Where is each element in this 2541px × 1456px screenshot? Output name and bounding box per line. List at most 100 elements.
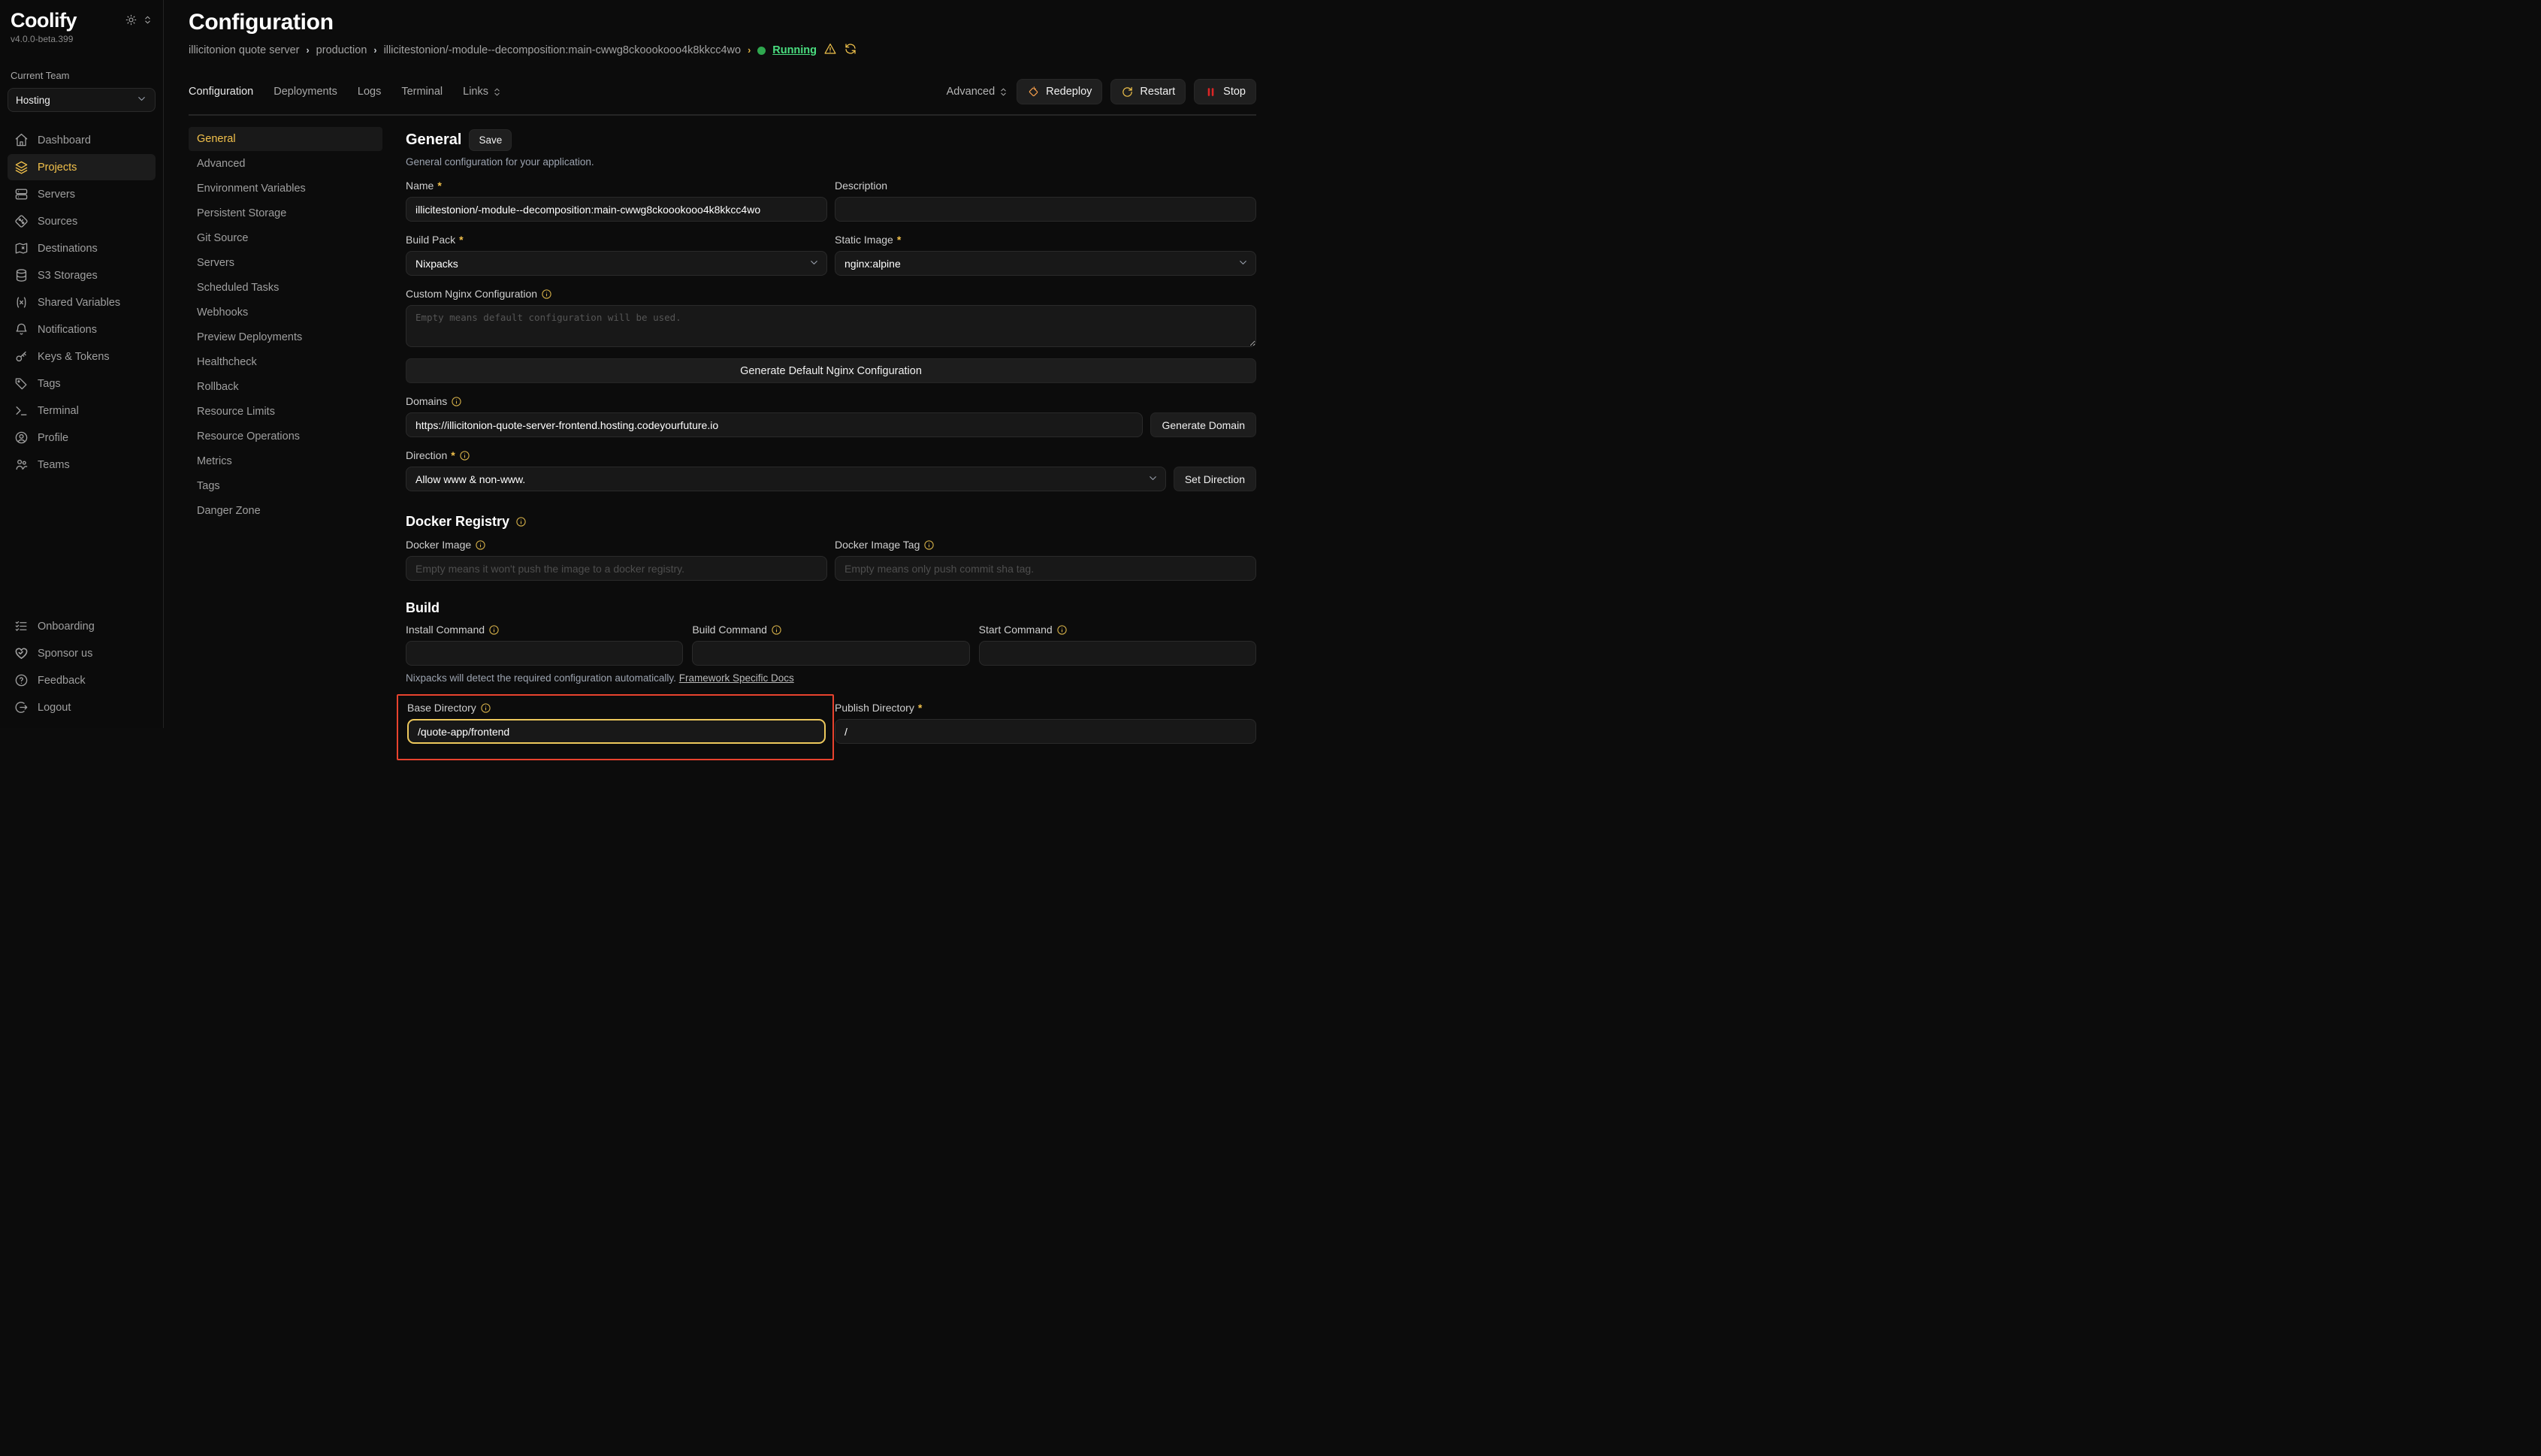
sidebar-bottom: Onboarding Sponsor us Feedback Logout <box>8 613 156 722</box>
sidebar-item-profile[interactable]: Profile <box>8 424 156 451</box>
base-directory-input[interactable] <box>407 719 826 744</box>
docker-image-tag-input[interactable] <box>835 556 1256 581</box>
tab-configuration[interactable]: Configuration <box>189 86 253 98</box>
start-command-label: Start Command <box>979 624 1256 636</box>
custom-nginx-textarea[interactable] <box>406 305 1256 347</box>
subnav-persistent-storage[interactable]: Persistent Storage <box>189 201 382 225</box>
theme-toggle-sun-icon[interactable] <box>125 14 137 28</box>
git-source-icon <box>14 214 29 228</box>
subnav-general[interactable]: General <box>189 127 382 151</box>
direction-select[interactable]: Allow www & non-www. <box>406 467 1166 491</box>
subnav-healthcheck[interactable]: Healthcheck <box>189 350 382 374</box>
breadcrumb-project[interactable]: illicitonion quote server <box>189 44 300 56</box>
app-logo: Coolify <box>11 9 77 32</box>
sidebar-item-shared-variables[interactable]: Shared Variables <box>8 289 156 316</box>
subnav-servers[interactable]: Servers <box>189 251 382 275</box>
breadcrumb-application[interactable]: illicitestonion/-module--decomposition:m… <box>384 44 742 56</box>
subnav-metrics[interactable]: Metrics <box>189 449 382 473</box>
subnav-tags[interactable]: Tags <box>189 474 382 498</box>
stop-button[interactable]: Stop <box>1194 79 1256 104</box>
sidebar-item-terminal[interactable]: Terminal <box>8 397 156 424</box>
subnav-git-source[interactable]: Git Source <box>189 226 382 250</box>
custom-nginx-label: Custom Nginx Configuration <box>406 288 1256 300</box>
generate-domain-button[interactable]: Generate Domain <box>1150 412 1256 437</box>
subnav-advanced[interactable]: Advanced <box>189 152 382 176</box>
sidebar-item-label: Profile <box>38 432 68 444</box>
status-running-link[interactable]: Running <box>772 44 817 56</box>
sidebar-item-notifications[interactable]: Notifications <box>8 316 156 343</box>
subnav-webhooks[interactable]: Webhooks <box>189 301 382 325</box>
breadcrumb-environment[interactable]: production <box>316 44 367 56</box>
advanced-dropdown[interactable]: Advanced <box>947 86 1009 98</box>
sidebar-item-keys-tokens[interactable]: Keys & Tokens <box>8 343 156 370</box>
static-image-select[interactable]: nginx:alpine <box>835 251 1256 276</box>
info-icon <box>541 288 552 300</box>
subnav-resource-limits[interactable]: Resource Limits <box>189 400 382 424</box>
sidebar-item-teams[interactable]: Teams <box>8 452 156 478</box>
sidebar-item-label: Feedback <box>38 675 86 687</box>
start-command-input[interactable] <box>979 641 1256 666</box>
user-circle-icon <box>14 430 29 445</box>
save-button[interactable]: Save <box>469 129 512 151</box>
team-select-value: Hosting <box>16 95 50 106</box>
key-icon <box>14 349 29 364</box>
subnav-resource-operations[interactable]: Resource Operations <box>189 424 382 449</box>
sidebar-item-s3-storages[interactable]: S3 Storages <box>8 262 156 288</box>
build-pack-select[interactable]: Nixpacks <box>406 251 827 276</box>
refresh-icon[interactable] <box>844 42 857 59</box>
alert-triangle-icon[interactable] <box>823 42 837 59</box>
docker-image-input[interactable] <box>406 556 827 581</box>
name-input[interactable] <box>406 197 827 222</box>
subnav-preview-deployments[interactable]: Preview Deployments <box>189 325 382 349</box>
subnav-environment-variables[interactable]: Environment Variables <box>189 177 382 201</box>
sidebar-item-projects[interactable]: Projects <box>8 154 156 180</box>
sidebar-item-logout[interactable]: Logout <box>8 694 156 720</box>
sidebar-item-feedback[interactable]: Feedback <box>8 667 156 693</box>
publish-directory-input[interactable] <box>835 719 1256 744</box>
tab-logs[interactable]: Logs <box>358 86 381 98</box>
sidebar-item-sources[interactable]: Sources <box>8 208 156 234</box>
build-command-label: Build Command <box>692 624 969 636</box>
redeploy-button[interactable]: Redeploy <box>1017 79 1102 104</box>
docker-image-label: Docker Image <box>406 539 827 551</box>
tab-bar: Configuration Deployments Logs Terminal … <box>189 79 1256 104</box>
sidebar-item-tags[interactable]: Tags <box>8 370 156 397</box>
sidebar-item-label: Dashboard <box>38 134 91 147</box>
description-input[interactable] <box>835 197 1256 222</box>
sidebar-item-onboarding[interactable]: Onboarding <box>8 613 156 639</box>
chevrons-up-down-icon[interactable] <box>143 15 153 27</box>
sidebar-item-sponsor-us[interactable]: Sponsor us <box>8 640 156 666</box>
build-command-input[interactable] <box>692 641 969 666</box>
sidebar: Coolify v4.0.0-beta.399 Current Team Hos… <box>0 0 164 728</box>
annotation-highlight-box: Base Directory <box>397 694 834 760</box>
restart-button[interactable]: Restart <box>1110 79 1186 104</box>
sidebar-item-servers[interactable]: Servers <box>8 181 156 207</box>
sidebar-item-label: Tags <box>38 378 61 390</box>
braces-x-icon <box>14 295 29 310</box>
subnav-scheduled-tasks[interactable]: Scheduled Tasks <box>189 276 382 300</box>
sidebar-item-label: Sources <box>38 216 77 228</box>
set-direction-button[interactable]: Set Direction <box>1174 467 1256 491</box>
tabbar-divider <box>189 114 1256 116</box>
sidebar-item-dashboard[interactable]: Dashboard <box>8 127 156 153</box>
generate-nginx-button[interactable]: Generate Default Nginx Configuration <box>406 358 1256 383</box>
section-heading-docker-registry: Docker Registry <box>406 514 509 530</box>
tab-links[interactable]: Links <box>463 86 502 98</box>
page-title: Configuration <box>189 10 1256 35</box>
sidebar-item-label: S3 Storages <box>38 270 98 282</box>
subnav-rollback[interactable]: Rollback <box>189 375 382 399</box>
tab-terminal[interactable]: Terminal <box>401 86 443 98</box>
sidebar-item-destinations[interactable]: Destinations <box>8 235 156 261</box>
chevron-right-icon: › <box>307 45 310 56</box>
subnav-danger-zone[interactable]: Danger Zone <box>189 499 382 523</box>
section-heading-general: General <box>406 131 461 149</box>
settings-subnav: General Advanced Environment Variables P… <box>189 127 382 728</box>
tab-deployments[interactable]: Deployments <box>273 86 337 98</box>
framework-docs-link[interactable]: Framework Specific Docs <box>679 672 794 684</box>
tag-icon <box>14 376 29 391</box>
domains-input[interactable] <box>406 412 1143 437</box>
team-select[interactable]: Hosting <box>8 88 156 112</box>
home-icon <box>14 133 29 147</box>
info-icon <box>771 624 782 636</box>
install-command-input[interactable] <box>406 641 683 666</box>
